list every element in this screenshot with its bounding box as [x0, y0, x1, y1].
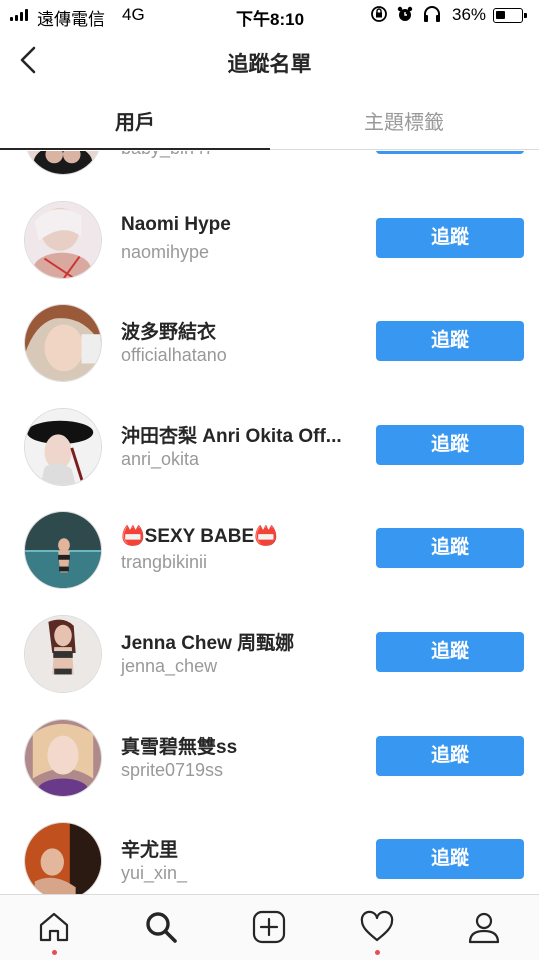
activity-heart-icon: [360, 910, 394, 942]
user-handle: jenna_chew: [121, 655, 218, 676]
signal-strength-icon: [10, 9, 28, 21]
headphones-icon: [424, 6, 440, 22]
following-list[interactable]: baby_bin47 追蹤 Naomi Hype naomihype 追蹤 波多…: [0, 151, 539, 894]
nav-home[interactable]: [36, 909, 76, 949]
nav-search[interactable]: [143, 909, 183, 949]
alarm-icon: [397, 6, 413, 21]
carrier-name: 遠傳電信: [37, 10, 105, 29]
user-handle: trangbikinii: [121, 552, 208, 573]
user-handle: yui_xin_: [121, 863, 188, 884]
list-item[interactable]: 📛SEXY BABE📛 trangbikinii 追蹤: [0, 500, 539, 604]
avatar[interactable]: [24, 718, 102, 797]
follow-button[interactable]: 追蹤: [376, 321, 524, 362]
avatar[interactable]: [24, 200, 102, 279]
user-display-name: 辛尤里: [121, 840, 179, 862]
user-handle: naomihype: [121, 241, 210, 262]
follow-button[interactable]: 追蹤: [376, 839, 524, 880]
list-item[interactable]: 波多野結衣 officialhatano 追蹤: [0, 293, 539, 397]
tab-hashtags[interactable]: 主題標籤: [269, 96, 539, 150]
nav-activity[interactable]: [359, 909, 399, 949]
tab-bar: 用戶 主題標籤: [0, 96, 539, 150]
follow-button[interactable]: 追蹤: [376, 631, 524, 672]
user-display-name: Jenna Chew 周甄娜: [121, 632, 295, 654]
network-type: 4G: [122, 5, 145, 24]
avatar[interactable]: [24, 511, 102, 590]
nav-profile[interactable]: [466, 909, 506, 949]
user-display-name: Naomi Hype: [121, 213, 231, 235]
status-time: 下午8:10: [236, 10, 305, 29]
home-icon: [39, 912, 69, 942]
home-notification-dot: [52, 950, 57, 955]
avatar[interactable]: [24, 407, 102, 486]
follow-button[interactable]: 追蹤: [376, 528, 524, 569]
battery-percent: 36%: [452, 5, 487, 24]
user-display-name: 📛SEXY BABE📛: [121, 526, 278, 548]
user-handle: baby_bin47: [121, 151, 214, 159]
follow-button[interactable]: 追蹤: [376, 217, 524, 258]
status-bar: 遠傳電信 4G 下午8:10 36%: [0, 0, 539, 30]
user-handle: sprite0719ss: [121, 759, 224, 780]
list-item[interactable]: baby_bin47 追蹤: [0, 151, 539, 190]
user-display-name: 真雪碧無雙ss: [121, 736, 238, 758]
avatar[interactable]: [24, 151, 102, 175]
list-item[interactable]: 真雪碧無雙ss sprite0719ss 追蹤: [0, 708, 539, 812]
avatar[interactable]: [24, 822, 102, 894]
nav-new-post[interactable]: [251, 909, 291, 949]
header: 追蹤名單: [0, 30, 539, 94]
user-handle: anri_okita: [121, 448, 200, 469]
list-item[interactable]: 沖田杏梨 Anri Okita Off... anri_okita 追蹤: [0, 397, 539, 501]
orientation-lock-icon: [371, 6, 387, 22]
follow-button[interactable]: 追蹤: [376, 424, 524, 465]
battery-icon: [493, 8, 527, 23]
search-icon: [146, 912, 177, 943]
user-display-name: 波多野結衣: [121, 322, 217, 344]
page-title: 追蹤名單: [227, 53, 312, 76]
list-item[interactable]: 辛尤里 yui_xin_ 追蹤: [0, 811, 539, 894]
follow-button[interactable]: 追蹤: [376, 735, 524, 776]
tab-users[interactable]: 用戶: [0, 96, 270, 150]
add-post-icon: [252, 910, 286, 944]
bottom-nav: [0, 894, 539, 960]
profile-icon: [468, 912, 500, 944]
list-item[interactable]: Naomi Hype naomihype 追蹤: [0, 190, 539, 294]
avatar[interactable]: [24, 614, 102, 693]
user-handle: officialhatano: [121, 345, 227, 366]
activity-notification-dot: [375, 950, 380, 955]
list-item[interactable]: Jenna Chew 周甄娜 jenna_chew 追蹤: [0, 604, 539, 708]
follow-button[interactable]: 追蹤: [376, 151, 524, 154]
avatar[interactable]: [24, 304, 102, 383]
user-display-name: 沖田杏梨 Anri Okita Off...: [121, 425, 342, 447]
